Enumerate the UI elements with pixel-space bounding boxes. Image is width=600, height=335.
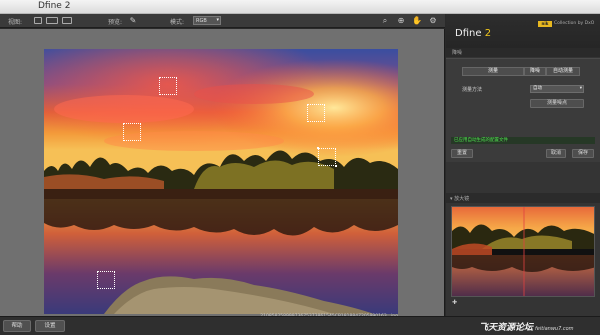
loupe-preview[interactable] (451, 206, 595, 297)
loupe-image (452, 207, 594, 296)
noise-section: 测量 降噪 自动测量 测量方法 自动 ▾ 测量噪点 已应用自动生成的配置文件 重… (446, 58, 600, 162)
mode-label: 模式: (170, 19, 185, 26)
pin-icon[interactable]: ✚ (452, 299, 457, 306)
measure-marker[interactable] (307, 104, 325, 122)
control-panel: nik Collection by DxO Dfine 2 降噪 测量 降噪 自… (446, 14, 600, 316)
expand-arrow-icon: ▾ (450, 196, 453, 202)
single-view-icon[interactable] (34, 17, 42, 24)
app-name: Dfine 2 (455, 28, 491, 39)
photo-preview[interactable] (44, 49, 398, 314)
brand-text: Collection by DxO (554, 21, 595, 26)
loupe-header[interactable]: ▾ 放大镜 (446, 193, 600, 203)
chevron-down-icon: ▾ (579, 86, 582, 91)
help-button[interactable]: 帮助 (3, 320, 31, 332)
method-label: 测量方法 (462, 87, 483, 93)
save-button[interactable]: 保存 (572, 149, 594, 158)
mode-select[interactable]: RGB ▾ (193, 16, 221, 25)
compare-label: 预览: (108, 19, 123, 26)
measure-marker-selected[interactable] (317, 147, 337, 167)
zoom-in-icon[interactable]: ⊕ (396, 16, 406, 26)
tab-auto-measure[interactable]: 自动测量 (546, 67, 580, 76)
preview-toggle-icon[interactable]: ✎ (128, 16, 138, 26)
cancel-button[interactable]: 取消 (546, 149, 566, 158)
split-view-icon[interactable] (46, 17, 58, 24)
measure-marker[interactable] (97, 271, 115, 289)
tab-measure[interactable]: 测量 (462, 67, 524, 76)
section-header-noise[interactable]: 降噪 (446, 48, 600, 57)
view-label: 视图: (8, 19, 23, 26)
toolbar: 视图: 预览: ✎ 模式: RGB ▾ ⌕ ⊕ ✋ ⚙ (0, 14, 445, 28)
watermark-sub: feitianwu7.com (535, 326, 574, 332)
tab-reduce[interactable]: 降噪 (524, 67, 546, 76)
window-title: Dfine 2 (38, 1, 71, 11)
image-canvas[interactable]: 21085825899973675373861545CB181884720599… (0, 29, 445, 325)
app-version: 2 (484, 28, 492, 39)
app-name-text: Dfine (455, 28, 482, 39)
method-select[interactable]: 自动 ▾ (530, 85, 584, 93)
brand-header: nik Collection by DxO Dfine 2 (446, 14, 600, 48)
mode-select-value: RGB (196, 18, 207, 24)
loupe-title: 放大镜 (454, 196, 470, 202)
measure-noise-button[interactable]: 测量噪点 (530, 99, 584, 108)
status-message: 已应用自动生成的配置文件 (451, 137, 595, 144)
watermark-text: 飞天资源论坛 (479, 323, 534, 333)
chevron-down-icon: ▾ (216, 17, 219, 23)
reset-button[interactable]: 重置 (451, 149, 473, 158)
measure-marker[interactable] (159, 77, 177, 95)
settings-button[interactable]: 设置 (35, 320, 65, 332)
hand-tool-icon[interactable]: ✋ (412, 16, 422, 26)
title-bar: Dfine 2 (0, 0, 600, 14)
measure-marker[interactable] (123, 123, 141, 141)
side-by-side-icon[interactable] (62, 17, 72, 24)
nik-logo: nik (538, 21, 552, 27)
bottom-bar: 帮助 设置 飞天资源论坛 feitianwu7.com (0, 316, 600, 335)
settings-icon[interactable]: ⚙ (428, 16, 438, 26)
method-select-value: 自动 (533, 86, 542, 91)
zoom-icon[interactable]: ⌕ (380, 16, 390, 26)
watermark: 飞天资源论坛 feitianwu7.com (479, 320, 574, 333)
